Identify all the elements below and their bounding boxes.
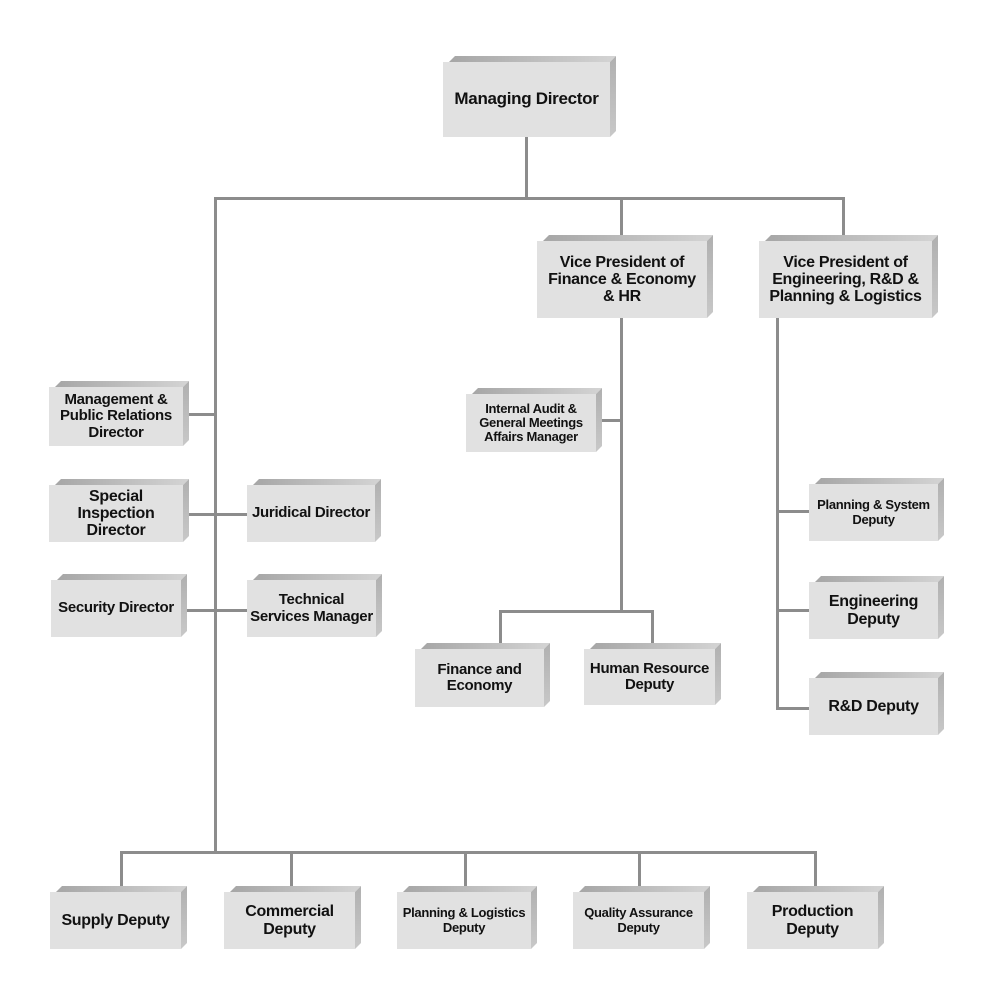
connector-internal-audit <box>601 419 621 422</box>
node-label: Supply Deputy <box>50 892 181 949</box>
connector-supply-drop <box>120 851 123 887</box>
connector-rd-deputy <box>776 707 810 710</box>
node-label: Managing Director <box>443 62 610 137</box>
connector-planning-logistics-drop <box>464 851 467 887</box>
connector-vp-finance-drop <box>620 197 623 235</box>
connector-vp-engineering-down <box>776 318 779 710</box>
node-label: R&D Deputy <box>809 678 938 735</box>
connector-md-down <box>525 137 528 200</box>
connector-main-vertical <box>214 197 217 854</box>
node-rd-deputy[interactable]: R&D Deputy <box>809 678 938 735</box>
connector-security-technical <box>186 609 248 612</box>
connector-planning-system <box>776 510 810 513</box>
node-finance-economy[interactable]: Finance and Economy <box>415 649 544 707</box>
node-planning-logistics-deputy[interactable]: Planning & Logistics Deputy <box>397 892 531 949</box>
node-managing-director[interactable]: Managing Director <box>443 62 610 137</box>
node-mgmt-pr-director[interactable]: Management & Public Relations Director <box>49 387 183 446</box>
node-production-deputy[interactable]: Production Deputy <box>747 892 878 949</box>
connector-engineering-deputy <box>776 609 810 612</box>
node-vp-engineering[interactable]: Vice President of Engineering, R&D & Pla… <box>759 241 932 318</box>
connector-finance-economy-drop <box>499 610 502 644</box>
node-label: Engineering Deputy <box>809 582 938 639</box>
node-label: Internal Audit & General Meetings Affair… <box>466 394 596 452</box>
node-label: Vice President of Engineering, R&D & Pla… <box>759 241 932 318</box>
node-technical-services-manager[interactable]: Technical Services Manager <box>247 580 376 637</box>
node-label: Planning & System Deputy <box>809 484 938 541</box>
connector-special-juridical <box>184 513 248 516</box>
node-quality-assurance-deputy[interactable]: Quality Assurance Deputy <box>573 892 704 949</box>
connector-quality-drop <box>638 851 641 887</box>
node-juridical-director[interactable]: Juridical Director <box>247 485 375 542</box>
connector-top-horizontal <box>214 197 845 200</box>
connector-finance-sub-horizontal <box>499 610 654 613</box>
node-label: Planning & Logistics Deputy <box>397 892 531 949</box>
node-commercial-deputy[interactable]: Commercial Deputy <box>224 892 355 949</box>
node-label: Technical Services Manager <box>247 580 376 637</box>
node-planning-system-deputy[interactable]: Planning & System Deputy <box>809 484 938 541</box>
connector-bottom-horizontal <box>120 851 817 854</box>
node-label: Security Director <box>51 580 181 637</box>
node-label: Finance and Economy <box>415 649 544 707</box>
connector-vp-finance-down <box>620 318 623 612</box>
org-chart: Managing Director Vice President of Fina… <box>0 0 1000 1000</box>
node-hr-deputy[interactable]: Human Resource Deputy <box>584 649 715 705</box>
node-label: Quality Assurance Deputy <box>573 892 704 949</box>
connector-hr-drop <box>651 610 654 644</box>
node-label: Juridical Director <box>247 485 375 542</box>
connector-production-drop <box>814 851 817 887</box>
node-supply-deputy[interactable]: Supply Deputy <box>50 892 181 949</box>
node-label: Vice President of Finance & Economy & HR <box>537 241 707 318</box>
node-special-inspection-director[interactable]: Special Inspection Director <box>49 485 183 542</box>
node-label: Management & Public Relations Director <box>49 387 183 446</box>
node-label: Production Deputy <box>747 892 878 949</box>
node-engineering-deputy[interactable]: Engineering Deputy <box>809 582 938 639</box>
node-vp-finance[interactable]: Vice President of Finance & Economy & HR <box>537 241 707 318</box>
node-internal-audit-manager[interactable]: Internal Audit & General Meetings Affair… <box>466 394 596 452</box>
connector-vp-engineering-drop <box>842 197 845 235</box>
node-security-director[interactable]: Security Director <box>51 580 181 637</box>
node-label: Human Resource Deputy <box>584 649 715 705</box>
connector-commercial-drop <box>290 851 293 887</box>
node-label: Commercial Deputy <box>224 892 355 949</box>
node-label: Special Inspection Director <box>49 485 183 542</box>
